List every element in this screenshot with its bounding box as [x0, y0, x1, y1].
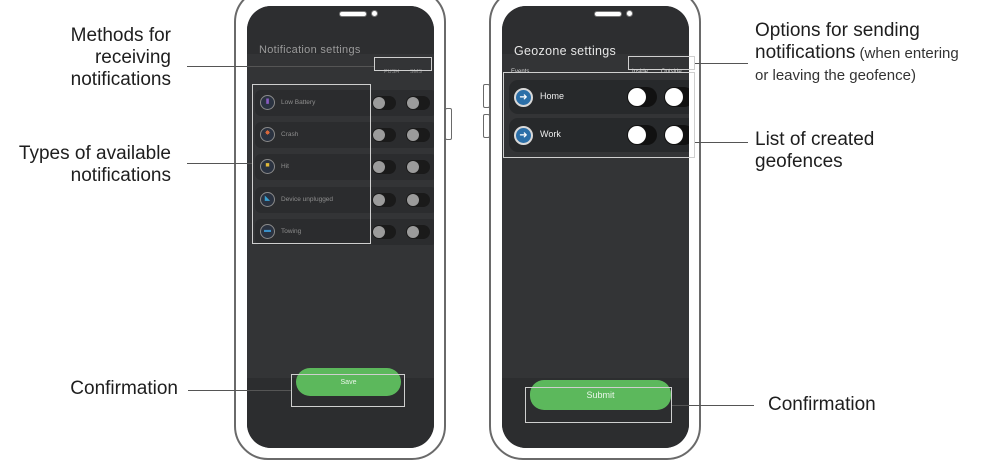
- connector-line: [187, 66, 374, 67]
- toggle-knob: [373, 97, 385, 109]
- annotation-geofence-list: List of created geofences: [755, 129, 874, 173]
- annotation-text: List of created: [755, 129, 875, 150]
- annotation-options: Options for sending notifications (when …: [755, 20, 959, 87]
- push-toggle[interactable]: [372, 225, 396, 239]
- annotation-types: Types of available notifications: [19, 143, 171, 187]
- camera-icon: [626, 10, 633, 17]
- phone-side-button: [445, 108, 452, 140]
- toggle-knob: [373, 129, 385, 141]
- phone-side-button: [483, 114, 490, 138]
- highlight-box-save: [291, 374, 405, 407]
- toggle-knob: [407, 129, 419, 141]
- highlight-box-methods: [374, 57, 432, 71]
- speaker-icon: [339, 11, 367, 17]
- annotation-text: notifications: [70, 165, 171, 186]
- annotation-text: Confirmation: [70, 378, 178, 399]
- phone-notch: [594, 10, 633, 41]
- push-toggle[interactable]: [372, 96, 396, 110]
- toggle-knob: [373, 226, 385, 238]
- annotation-methods: Methods for receiving notifications: [71, 25, 171, 91]
- annotation-confirmation-right: Confirmation: [768, 394, 876, 416]
- push-toggle[interactable]: [372, 160, 396, 174]
- connector-line: [695, 142, 748, 143]
- annotation-text: Options for sending: [755, 20, 920, 41]
- camera-icon: [371, 10, 378, 17]
- annotation-text: or leaving the geofence): [755, 67, 916, 84]
- annotation-text: Methods for: [70, 25, 171, 46]
- connector-line: [672, 405, 754, 406]
- sms-toggle[interactable]: [406, 193, 430, 207]
- annotation-text: notifications: [755, 42, 856, 63]
- toggle-knob: [407, 161, 419, 173]
- annotation-text: (when entering: [855, 45, 959, 62]
- annotation-confirmation-left: Confirmation: [70, 378, 178, 400]
- page-title: Notification settings: [259, 44, 361, 56]
- connector-line: [188, 390, 291, 391]
- speaker-icon: [594, 11, 622, 17]
- highlight-box-geofences: [503, 72, 695, 158]
- annotation-text: Confirmation: [768, 394, 876, 415]
- sms-toggle[interactable]: [406, 160, 430, 174]
- phone-side-button: [483, 84, 490, 108]
- phone-notch: [339, 10, 378, 41]
- toggle-knob: [373, 161, 385, 173]
- highlight-box-types: [252, 84, 371, 244]
- highlight-box-submit: [525, 387, 672, 423]
- toggle-knob: [407, 97, 419, 109]
- annotation-text: receiving: [94, 47, 171, 68]
- connector-line: [695, 63, 748, 64]
- toggle-knob: [373, 194, 385, 206]
- annotation-text: geofences: [755, 151, 843, 172]
- page-title: Geozone settings: [514, 44, 617, 58]
- annotation-text: Types of available: [18, 143, 171, 164]
- sms-toggle[interactable]: [406, 96, 430, 110]
- annotation-text: notifications: [70, 69, 171, 90]
- highlight-box-options: [628, 56, 695, 70]
- push-toggle[interactable]: [372, 128, 396, 142]
- sms-toggle[interactable]: [406, 128, 430, 142]
- sms-toggle[interactable]: [406, 225, 430, 239]
- connector-line: [187, 163, 252, 164]
- toggle-knob: [407, 226, 419, 238]
- toggle-knob: [407, 194, 419, 206]
- push-toggle[interactable]: [372, 193, 396, 207]
